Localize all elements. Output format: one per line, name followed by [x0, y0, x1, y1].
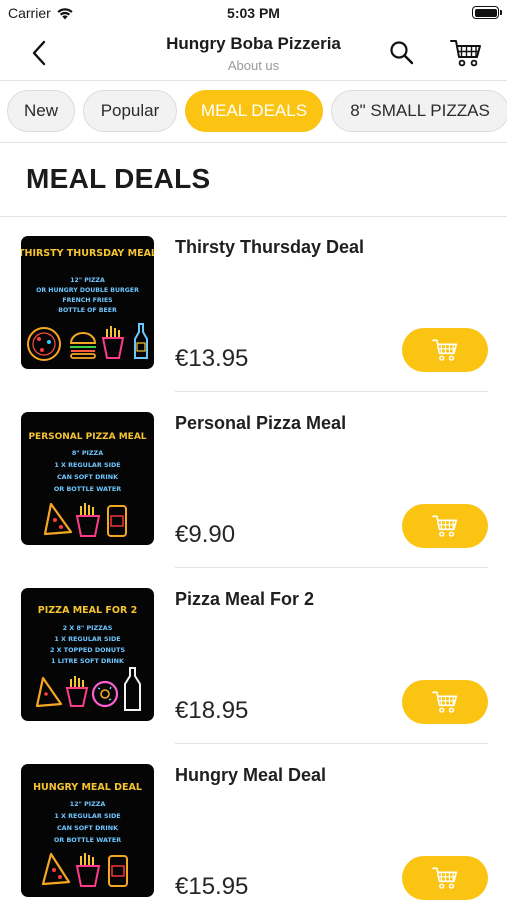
- image-line: 1 LITRE SOFT DRINK: [51, 657, 125, 665]
- menu-item[interactable]: PERSONAL PIZZA MEAL 8" PIZZA 1 X REGULAR…: [0, 392, 507, 568]
- item-image: THIRSTY THURSDAY MEAL 12" PIZZA OR HUNGR…: [21, 236, 154, 369]
- pizza-icon: [27, 327, 61, 361]
- item-name[interactable]: Pizza Meal For 2: [175, 589, 314, 610]
- image-line: 1 X REGULAR SIDE: [54, 635, 120, 643]
- fries-icon: [75, 503, 101, 537]
- item-price: €15.95: [175, 873, 249, 900]
- pizza-slice-icon: [43, 502, 73, 536]
- fries-icon: [75, 853, 101, 887]
- header-titles: Hungry Boba Pizzeria About us: [0, 34, 507, 73]
- about-us-link[interactable]: About us: [0, 58, 507, 73]
- category-tabs: New Popular MEAL DEALS 8" SMALL PIZZAS: [0, 81, 507, 143]
- add-to-cart-button[interactable]: [402, 328, 488, 372]
- cart-add-icon: [432, 691, 458, 713]
- pizza-slice-icon: [41, 852, 71, 886]
- pizza-slice-icon: [35, 676, 63, 708]
- add-to-cart-button[interactable]: [402, 680, 488, 724]
- add-to-cart-button[interactable]: [402, 504, 488, 548]
- tab-new[interactable]: New: [7, 90, 75, 132]
- status-bar: Carrier 5:03 PM: [0, 0, 507, 28]
- fries-icon: [65, 676, 89, 707]
- item-image: PIZZA MEAL FOR 2 2 X 8" PIZZAS 1 X REGUL…: [21, 588, 154, 721]
- store-title: Hungry Boba Pizzeria: [166, 34, 341, 53]
- item-name[interactable]: Thirsty Thursday Deal: [175, 237, 364, 258]
- tab-meal-deals[interactable]: MEAL DEALS: [185, 90, 323, 132]
- cart-add-icon: [432, 339, 458, 361]
- image-line: 8" PIZZA: [72, 449, 103, 457]
- item-name[interactable]: Personal Pizza Meal: [175, 413, 346, 434]
- image-heading: PIZZA MEAL FOR 2: [38, 605, 137, 616]
- image-line: 12" PIZZA: [70, 800, 106, 808]
- battery-icon: [472, 6, 502, 19]
- item-price: €18.95: [175, 697, 249, 724]
- tab-small-pizzas[interactable]: 8" SMALL PIZZAS: [331, 90, 507, 132]
- add-to-cart-button[interactable]: [402, 856, 488, 900]
- item-name[interactable]: Hungry Meal Deal: [175, 765, 326, 786]
- menu-item[interactable]: THIRSTY THURSDAY MEAL 12" PIZZA OR HUNGR…: [0, 216, 507, 392]
- soda-can-icon: [108, 855, 128, 887]
- beer-bottle-icon: [134, 323, 148, 359]
- image-line: FRENCH FRIES: [62, 297, 112, 304]
- tab-popular[interactable]: Popular: [83, 90, 177, 132]
- image-heading: PERSONAL PIZZA MEAL: [28, 432, 146, 442]
- image-line: OR HUNGRY DOUBLE BURGER: [36, 287, 139, 294]
- menu-item[interactable]: PIZZA MEAL FOR 2 2 X 8" PIZZAS 1 X REGUL…: [0, 568, 507, 744]
- soda-can-icon: [107, 505, 127, 537]
- image-line: 1 X REGULAR SIDE: [54, 461, 120, 469]
- image-heading: THIRSTY THURSDAY MEAL: [21, 248, 154, 259]
- burger-icon: [69, 332, 97, 359]
- image-line: 1 X REGULAR SIDE: [54, 812, 120, 820]
- item-image: HUNGRY MEAL DEAL 12" PIZZA 1 X REGULAR S…: [21, 764, 154, 897]
- image-heading: HUNGRY MEAL DEAL: [33, 782, 142, 793]
- status-time: 5:03 PM: [227, 5, 280, 21]
- image-line: CAN SOFT DRINK: [57, 824, 119, 832]
- search-icon[interactable]: [387, 38, 417, 68]
- image-line: OR BOTTLE WATER: [54, 836, 121, 844]
- donut-icon: [91, 680, 119, 708]
- fries-icon: [101, 326, 125, 359]
- section-title: MEAL DEALS: [26, 163, 211, 194]
- cart-icon[interactable]: [449, 37, 483, 69]
- water-bottle-icon: [124, 667, 141, 711]
- image-line: 2 X TOPPED DONUTS: [50, 646, 126, 654]
- image-line: OR BOTTLE WATER: [54, 485, 121, 493]
- image-line: 12" PIZZA: [70, 277, 105, 284]
- cart-add-icon: [432, 867, 458, 889]
- image-line: CAN SOFT DRINK: [57, 473, 119, 481]
- image-line: 2 X 8" PIZZAS: [63, 624, 113, 632]
- item-price: €13.95: [175, 345, 249, 372]
- item-price: €9.90: [175, 521, 236, 548]
- image-line: BOTTLE OF BEER: [58, 307, 117, 314]
- cart-add-icon: [432, 515, 458, 537]
- item-image: PERSONAL PIZZA MEAL 8" PIZZA 1 X REGULAR…: [21, 412, 154, 545]
- menu-item[interactable]: HUNGRY MEAL DEAL 12" PIZZA 1 X REGULAR S…: [0, 744, 507, 920]
- navigation-bar: Hungry Boba Pizzeria About us: [0, 28, 507, 81]
